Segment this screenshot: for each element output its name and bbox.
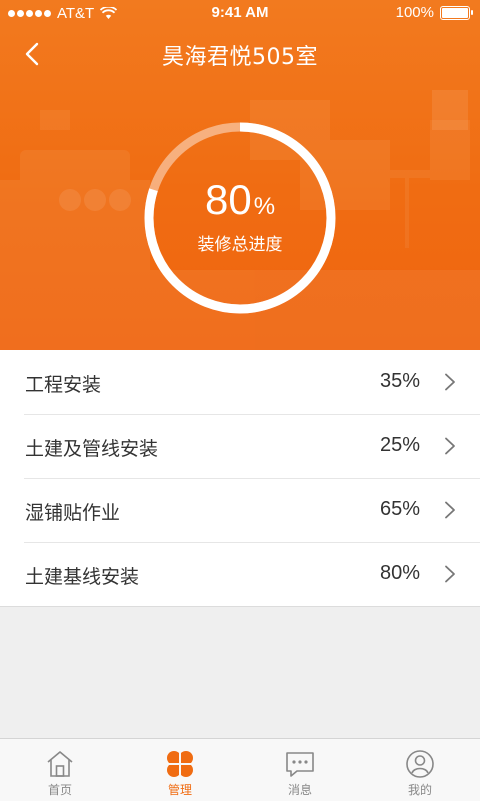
- task-percent: 25%: [379, 434, 420, 456]
- tab-home[interactable]: 首页: [0, 739, 120, 801]
- user-icon: [406, 750, 434, 778]
- tab-label: 首页: [47, 783, 72, 797]
- progress-header: AT&T 9:41 AM 100% 昊海君悦505室 80% 装修总进度: [0, 0, 480, 350]
- chat-icon: [286, 752, 314, 777]
- chevron-right-icon: [445, 565, 455, 583]
- list-item[interactable]: 土建基线安装 80%: [0, 542, 480, 606]
- task-percent: 35%: [379, 370, 420, 392]
- task-list: 工程安装 35% 土建及管线安装 25% 湿铺贴作业 65% 土建基线安装 80…: [0, 350, 480, 607]
- tab-label: 我的: [407, 783, 432, 797]
- tab-bar: 首页 管理 消息 我的: [0, 738, 480, 801]
- task-percent: 65%: [379, 498, 420, 520]
- task-name: 土建及管线安装: [25, 438, 159, 460]
- status-bar: AT&T 9:41 AM 100%: [0, 0, 480, 28]
- tab-profile[interactable]: 我的: [360, 739, 480, 801]
- clover-icon: [167, 751, 193, 777]
- tab-messages[interactable]: 消息: [240, 739, 360, 801]
- tab-manage[interactable]: 管理: [120, 739, 240, 801]
- task-name: 土建基线安装: [25, 566, 140, 588]
- chevron-right-icon: [445, 437, 455, 455]
- progress-ring: 80% 装修总进度: [140, 118, 340, 318]
- progress-unit: %: [253, 193, 276, 220]
- task-name: 工程安装: [25, 374, 102, 396]
- task-name: 湿铺贴作业: [25, 502, 121, 524]
- list-item[interactable]: 湿铺贴作业 65%: [0, 478, 480, 542]
- home-icon: [47, 751, 73, 777]
- task-percent: 80%: [379, 562, 420, 584]
- progress-label: 装修总进度: [197, 235, 283, 255]
- battery-icon: [440, 5, 473, 20]
- chevron-right-icon: [445, 501, 455, 519]
- nav-bar: 昊海君悦505室: [0, 28, 480, 80]
- tab-label: 消息: [287, 783, 312, 797]
- progress-number: 80: [204, 176, 252, 223]
- progress-value: 80%: [140, 176, 340, 224]
- chevron-right-icon: [445, 373, 455, 391]
- list-item[interactable]: 土建及管线安装 25%: [0, 414, 480, 478]
- tab-label: 管理: [167, 783, 192, 797]
- battery-percent: 100%: [395, 4, 434, 21]
- list-item[interactable]: 工程安装 35%: [0, 350, 480, 414]
- page-title: 昊海君悦505室: [162, 45, 318, 70]
